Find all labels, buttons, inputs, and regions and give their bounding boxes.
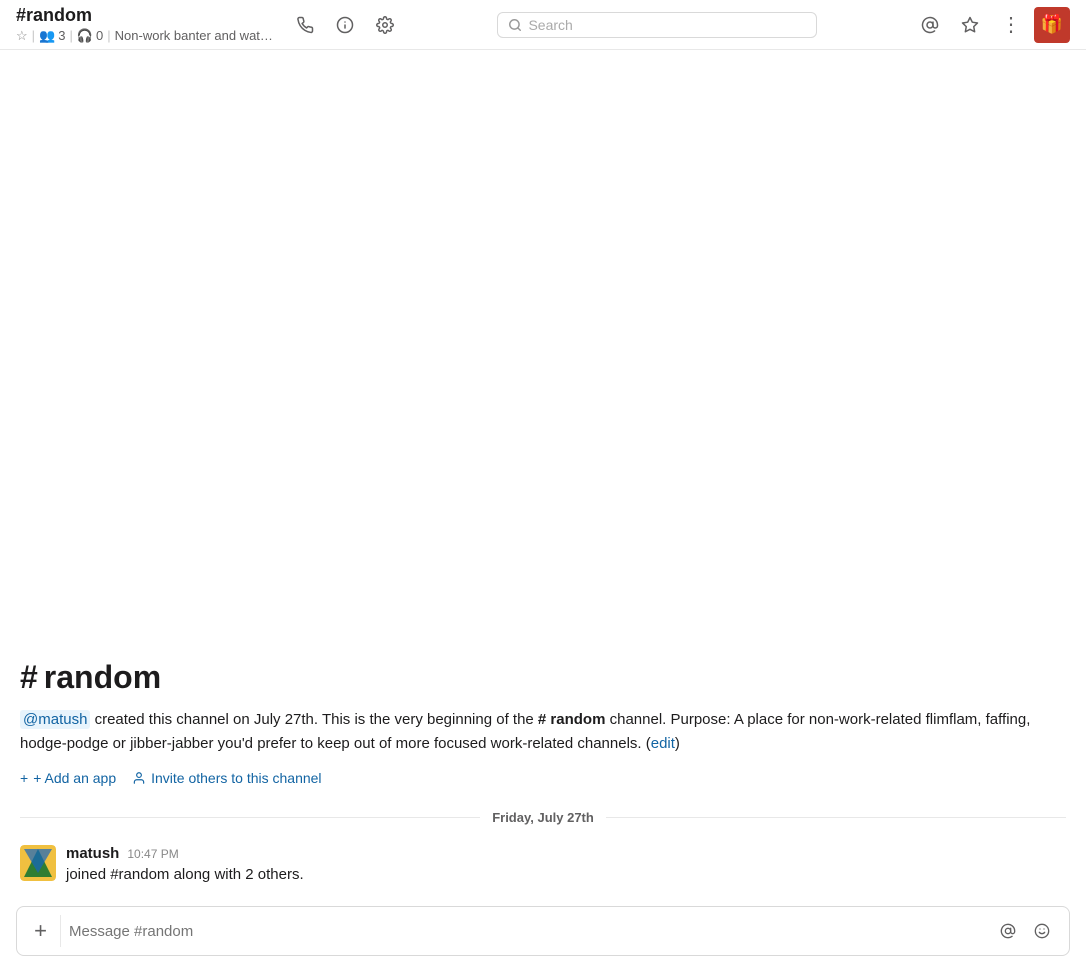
search-icon [508,18,522,32]
info-icon [336,16,354,34]
settings-button[interactable] [369,9,401,41]
huddle-item[interactable]: 🎧 0 [77,28,103,44]
plus-icon: + [20,770,28,786]
edit-link[interactable]: edit [651,735,675,752]
person-icon [132,771,146,785]
meta-separator-1: | [32,28,35,43]
hash-symbol: # [20,659,38,696]
message-header: matush 10:47 PM [66,845,1066,862]
huddle-count: 0 [96,28,103,43]
channel-intro: # random @matush created this channel on… [20,643,1066,794]
channel-actions: + + Add an app Invite others to this cha… [20,770,1066,786]
message-author[interactable]: matush [66,845,119,862]
channel-header: #random ☆ | 👥 3 | 🎧 0 | Non-work banter … [0,0,1086,50]
channel-name-bold: # random [538,711,606,728]
message-input[interactable] [69,923,985,940]
gift-button[interactable]: 🎁 [1034,7,1070,43]
channel-intro-title: # random [20,659,1066,696]
emoji-button[interactable] [1027,916,1057,946]
search-placeholder: Search [528,17,572,33]
at-mention-icon [1000,923,1016,939]
emoji-icon [1034,923,1050,939]
search-area: Search [409,12,906,38]
messages-area: # random @matush created this channel on… [0,50,1086,906]
at-icon-button[interactable] [993,916,1023,946]
channel-description: @matush created this channel on July 27t… [20,708,1066,756]
search-bar[interactable]: Search [497,12,817,38]
message-input-bar: + [16,906,1070,956]
main-area: # random @matush created this channel on… [0,50,1086,972]
star-icon [961,16,979,34]
meta-separator-2: | [69,28,72,43]
star-button[interactable] [954,9,986,41]
star-icon[interactable]: ☆ [16,28,28,44]
huddle-icon: 🎧 [77,28,93,44]
channel-description-short: Non-work banter and wat… [115,28,273,43]
at-icon [921,16,939,34]
divider-line-right [606,817,1066,818]
message-text: joined #random along with 2 others. [66,864,1066,887]
message-time: 10:47 PM [127,847,178,861]
members-item[interactable]: 👥 3 [39,28,65,44]
members-count: 3 [58,28,65,43]
invite-label: Invite others to this channel [151,770,321,786]
description-text-1: created this channel on July 27th. This … [90,711,538,728]
meta-separator-3: | [107,28,110,43]
divider-line-left [20,817,480,818]
input-right-icons [993,916,1057,946]
avatar [20,845,56,881]
at-mention-button[interactable] [914,9,946,41]
description-end: ) [675,735,680,752]
avatar-image [20,845,56,881]
message-content: matush 10:47 PM joined #random along wit… [66,845,1066,887]
channel-title-area: #random ☆ | 👥 3 | 🎧 0 | Non-work banter … [16,5,273,44]
channel-meta-bar: ☆ | 👥 3 | 🎧 0 | Non-work banter and wat… [16,28,273,44]
date-divider-text: Friday, July 27th [492,810,594,825]
info-button[interactable] [329,9,361,41]
add-app-label: + Add an app [33,770,116,786]
mention-matush[interactable]: @matush [20,710,90,729]
attach-button[interactable]: + [29,915,61,947]
phone-icon [296,16,314,34]
gift-icon: 🎁 [1041,14,1063,35]
channel-intro-name: random [44,659,161,696]
members-icon: 👥 [39,28,55,44]
date-divider: Friday, July 27th [20,810,1066,825]
call-button[interactable] [289,9,321,41]
gear-icon [376,16,394,34]
message-row: matush 10:47 PM joined #random along wit… [20,841,1066,891]
plus-icon: + [34,918,47,944]
more-dots-icon: ⋮ [1001,15,1019,35]
add-app-link[interactable]: + + Add an app [20,770,116,786]
invite-link[interactable]: Invite others to this channel [132,770,321,786]
more-options-button[interactable]: ⋮ [994,9,1026,41]
channel-name: #random [16,5,273,27]
